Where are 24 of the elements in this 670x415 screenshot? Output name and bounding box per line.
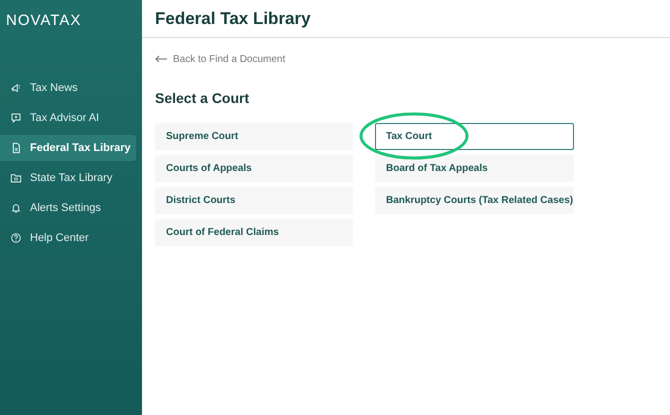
sidebar-item[interactable]: Tax Advisor AI [0, 105, 136, 131]
logo: NOVATAX [6, 12, 82, 29]
megaphone-icon [10, 82, 22, 94]
court-option[interactable]: Tax Court [375, 123, 574, 150]
court-option[interactable]: Board of Tax Appeals [375, 155, 574, 182]
court-option[interactable]: Bankruptcy Courts (Tax Related Cases) [375, 187, 574, 214]
section-heading: Select a Court [155, 90, 250, 106]
back-arrow-icon [155, 55, 167, 63]
bell-icon [10, 202, 22, 214]
sidebar-item[interactable]: Tax News [0, 75, 136, 101]
sidebar-item[interactable]: Help Center [0, 225, 136, 251]
document-icon [10, 142, 22, 154]
court-option[interactable]: District Courts [155, 187, 353, 214]
sidebar-item[interactable]: Federal Tax Library [0, 135, 136, 161]
court-option[interactable]: Supreme Court [155, 123, 353, 150]
sidebar-item[interactable]: Alerts Settings [0, 195, 136, 221]
sidebar-item[interactable]: State Tax Library [0, 165, 136, 191]
folder-icon [10, 172, 22, 184]
back-link[interactable]: Back to Find a Document [155, 54, 286, 64]
court-option[interactable]: Courts of Appeals [155, 155, 353, 182]
page-title: Federal Tax Library [155, 8, 311, 28]
court-option[interactable]: Court of Federal Claims [155, 219, 353, 246]
help-icon [10, 232, 22, 244]
chat-icon [10, 112, 22, 124]
